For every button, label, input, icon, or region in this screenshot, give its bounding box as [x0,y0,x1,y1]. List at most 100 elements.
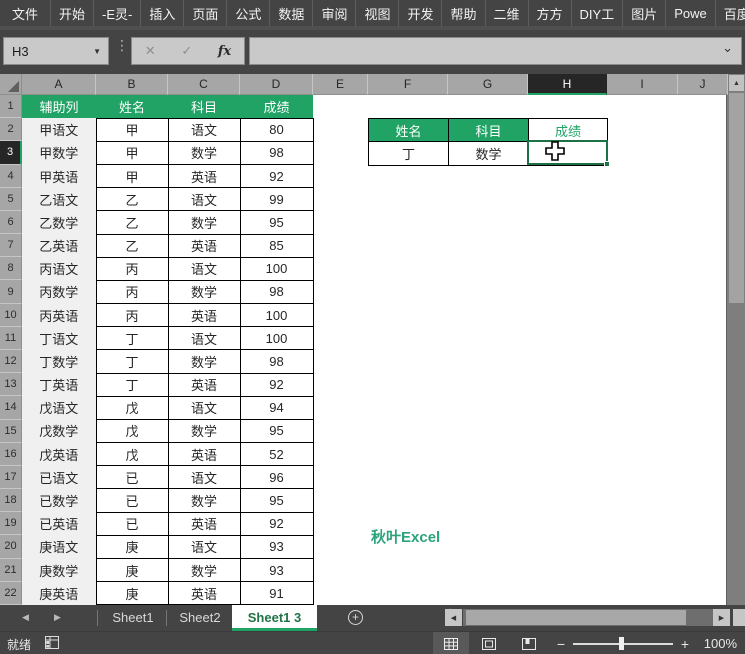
cell[interactable]: 甲语文 [22,118,96,141]
cell[interactable]: 95 [240,419,313,442]
row-header-15[interactable]: 15 [0,420,22,443]
cancel-icon[interactable]: ✕ [145,43,156,59]
cell[interactable]: 92 [240,512,313,535]
cell[interactable]: 丁英语 [22,373,96,396]
cell[interactable]: 英语 [168,304,240,327]
cell[interactable]: 数学 [168,280,240,303]
cell[interactable]: 丙英语 [22,304,96,327]
cell[interactable]: 95 [240,211,313,234]
fill-handle[interactable] [604,161,610,167]
cell[interactable]: 85 [240,234,313,257]
sheet-tab-sheet1[interactable]: Sheet1 [100,605,166,631]
name-box-dropdown-icon[interactable]: ▼ [93,47,108,56]
ribbon-tab-13[interactable]: DIY工 [572,0,624,26]
cell[interactable]: 已 [96,489,168,512]
cell[interactable]: 98 [240,280,313,303]
cell[interactable]: 丙语文 [22,257,96,280]
main-table-header-cell[interactable]: 姓名 [96,95,168,118]
column-header-f[interactable]: F [368,74,448,95]
cell[interactable]: 丙 [96,257,168,280]
column-header-h[interactable]: H [528,74,607,95]
cell[interactable]: 93 [240,558,313,581]
cell[interactable]: 已英语 [22,512,96,535]
macro-record-icon[interactable] [45,636,59,652]
sheet-tab-sheet1-3[interactable]: Sheet1 3 [232,605,317,631]
vertical-scrollbar[interactable]: ▲ [726,74,745,605]
lookup-header-cell[interactable]: 姓名 [369,119,449,142]
ribbon-tab-16[interactable]: 百度 [716,0,745,26]
ribbon-tab-file[interactable]: 文件 [0,0,51,26]
zoom-slider[interactable] [573,632,673,654]
row-header-4[interactable]: 4 [0,165,22,188]
cell[interactable]: 丁语文 [22,327,96,350]
ribbon-tab-5[interactable]: 公式 [227,0,270,26]
expand-formula-bar-icon[interactable]: ⌄ [722,40,733,56]
cell[interactable]: 语文 [168,118,240,141]
row-header-16[interactable]: 16 [0,443,22,466]
vertical-scrollbar-thumb[interactable] [729,93,744,303]
row-header-12[interactable]: 12 [0,350,22,373]
column-header-c[interactable]: C [168,74,240,95]
cell[interactable]: 乙语文 [22,188,96,211]
cell[interactable]: 丁 [96,350,168,373]
scroll-up-icon[interactable]: ▲ [729,75,744,91]
cell[interactable]: 已数学 [22,489,96,512]
row-header-11[interactable]: 11 [0,327,22,350]
ribbon-tab-2[interactable]: -E灵- [94,0,141,26]
cell[interactable]: 98 [240,350,313,373]
cell[interactable]: 语文 [168,257,240,280]
cell[interactable]: 戊数学 [22,419,96,442]
cell[interactable]: 92 [240,373,313,396]
cell[interactable]: 英语 [168,512,240,535]
zoom-in-icon[interactable]: + [673,636,697,652]
sheet-tab-sheet2[interactable]: Sheet2 [168,605,232,631]
cell[interactable]: 甲英语 [22,165,96,188]
cell[interactable]: 100 [240,327,313,350]
row-header-5[interactable]: 5 [0,188,22,211]
ribbon-tab-10[interactable]: 帮助 [442,0,485,26]
zoom-level[interactable]: 100% [697,636,741,651]
cell[interactable]: 戊 [96,396,168,419]
cell[interactable]: 100 [240,304,313,327]
cell[interactable]: 英语 [168,373,240,396]
column-header-i[interactable]: I [607,74,678,95]
row-header-9[interactable]: 9 [0,280,22,303]
cell[interactable]: 96 [240,466,313,489]
sheet-grid[interactable]: 辅助列姓名科目成绩甲语文甲语文80甲数学甲数学98甲英语甲英语92乙语文乙语文9… [0,74,745,605]
row-header-10[interactable]: 10 [0,304,22,327]
cell[interactable]: 英语 [168,582,240,605]
row-header-6[interactable]: 6 [0,211,22,234]
ribbon-tab-11[interactable]: 二维 [486,0,529,26]
ribbon-tab-6[interactable]: 数据 [270,0,313,26]
cell[interactable]: 甲 [96,118,168,141]
cell[interactable]: 数学 [168,558,240,581]
row-header-7[interactable]: 7 [0,234,22,257]
cell[interactable]: 数学 [168,419,240,442]
ribbon-tab-3[interactable]: 插入 [141,0,184,26]
cell[interactable]: 数学 [168,350,240,373]
cell[interactable]: 语文 [168,188,240,211]
main-table-header-cell[interactable]: 成绩 [240,95,313,118]
ribbon-tab-9[interactable]: 开发 [399,0,442,26]
name-box[interactable]: H3 ▼ [3,37,109,65]
cell[interactable]: 52 [240,443,313,466]
row-header-20[interactable]: 20 [0,535,22,558]
cell[interactable]: 丁 [96,327,168,350]
cell[interactable]: 乙 [96,211,168,234]
cell[interactable]: 99 [240,188,313,211]
cell[interactable]: 数学 [449,142,529,165]
cell[interactable]: 庚英语 [22,582,96,605]
formula-input[interactable]: ⌄ [249,37,742,65]
main-table-header-cell[interactable]: 科目 [168,95,240,118]
ribbon-tab-7[interactable]: 审阅 [313,0,356,26]
hscroll-right-icon[interactable]: ▶ [713,609,730,626]
next-sheet-icon[interactable]: ▶ [54,612,61,623]
cell[interactable]: 庚 [96,535,168,558]
insert-function-icon[interactable]: fx [218,44,231,59]
cell[interactable]: 数学 [168,489,240,512]
row-header-22[interactable]: 22 [0,582,22,605]
zoom-out-icon[interactable]: − [549,636,573,652]
prev-sheet-icon[interactable]: ◀ [22,612,29,623]
cell[interactable]: 丁 [96,373,168,396]
page-layout-view-icon[interactable] [469,632,509,654]
